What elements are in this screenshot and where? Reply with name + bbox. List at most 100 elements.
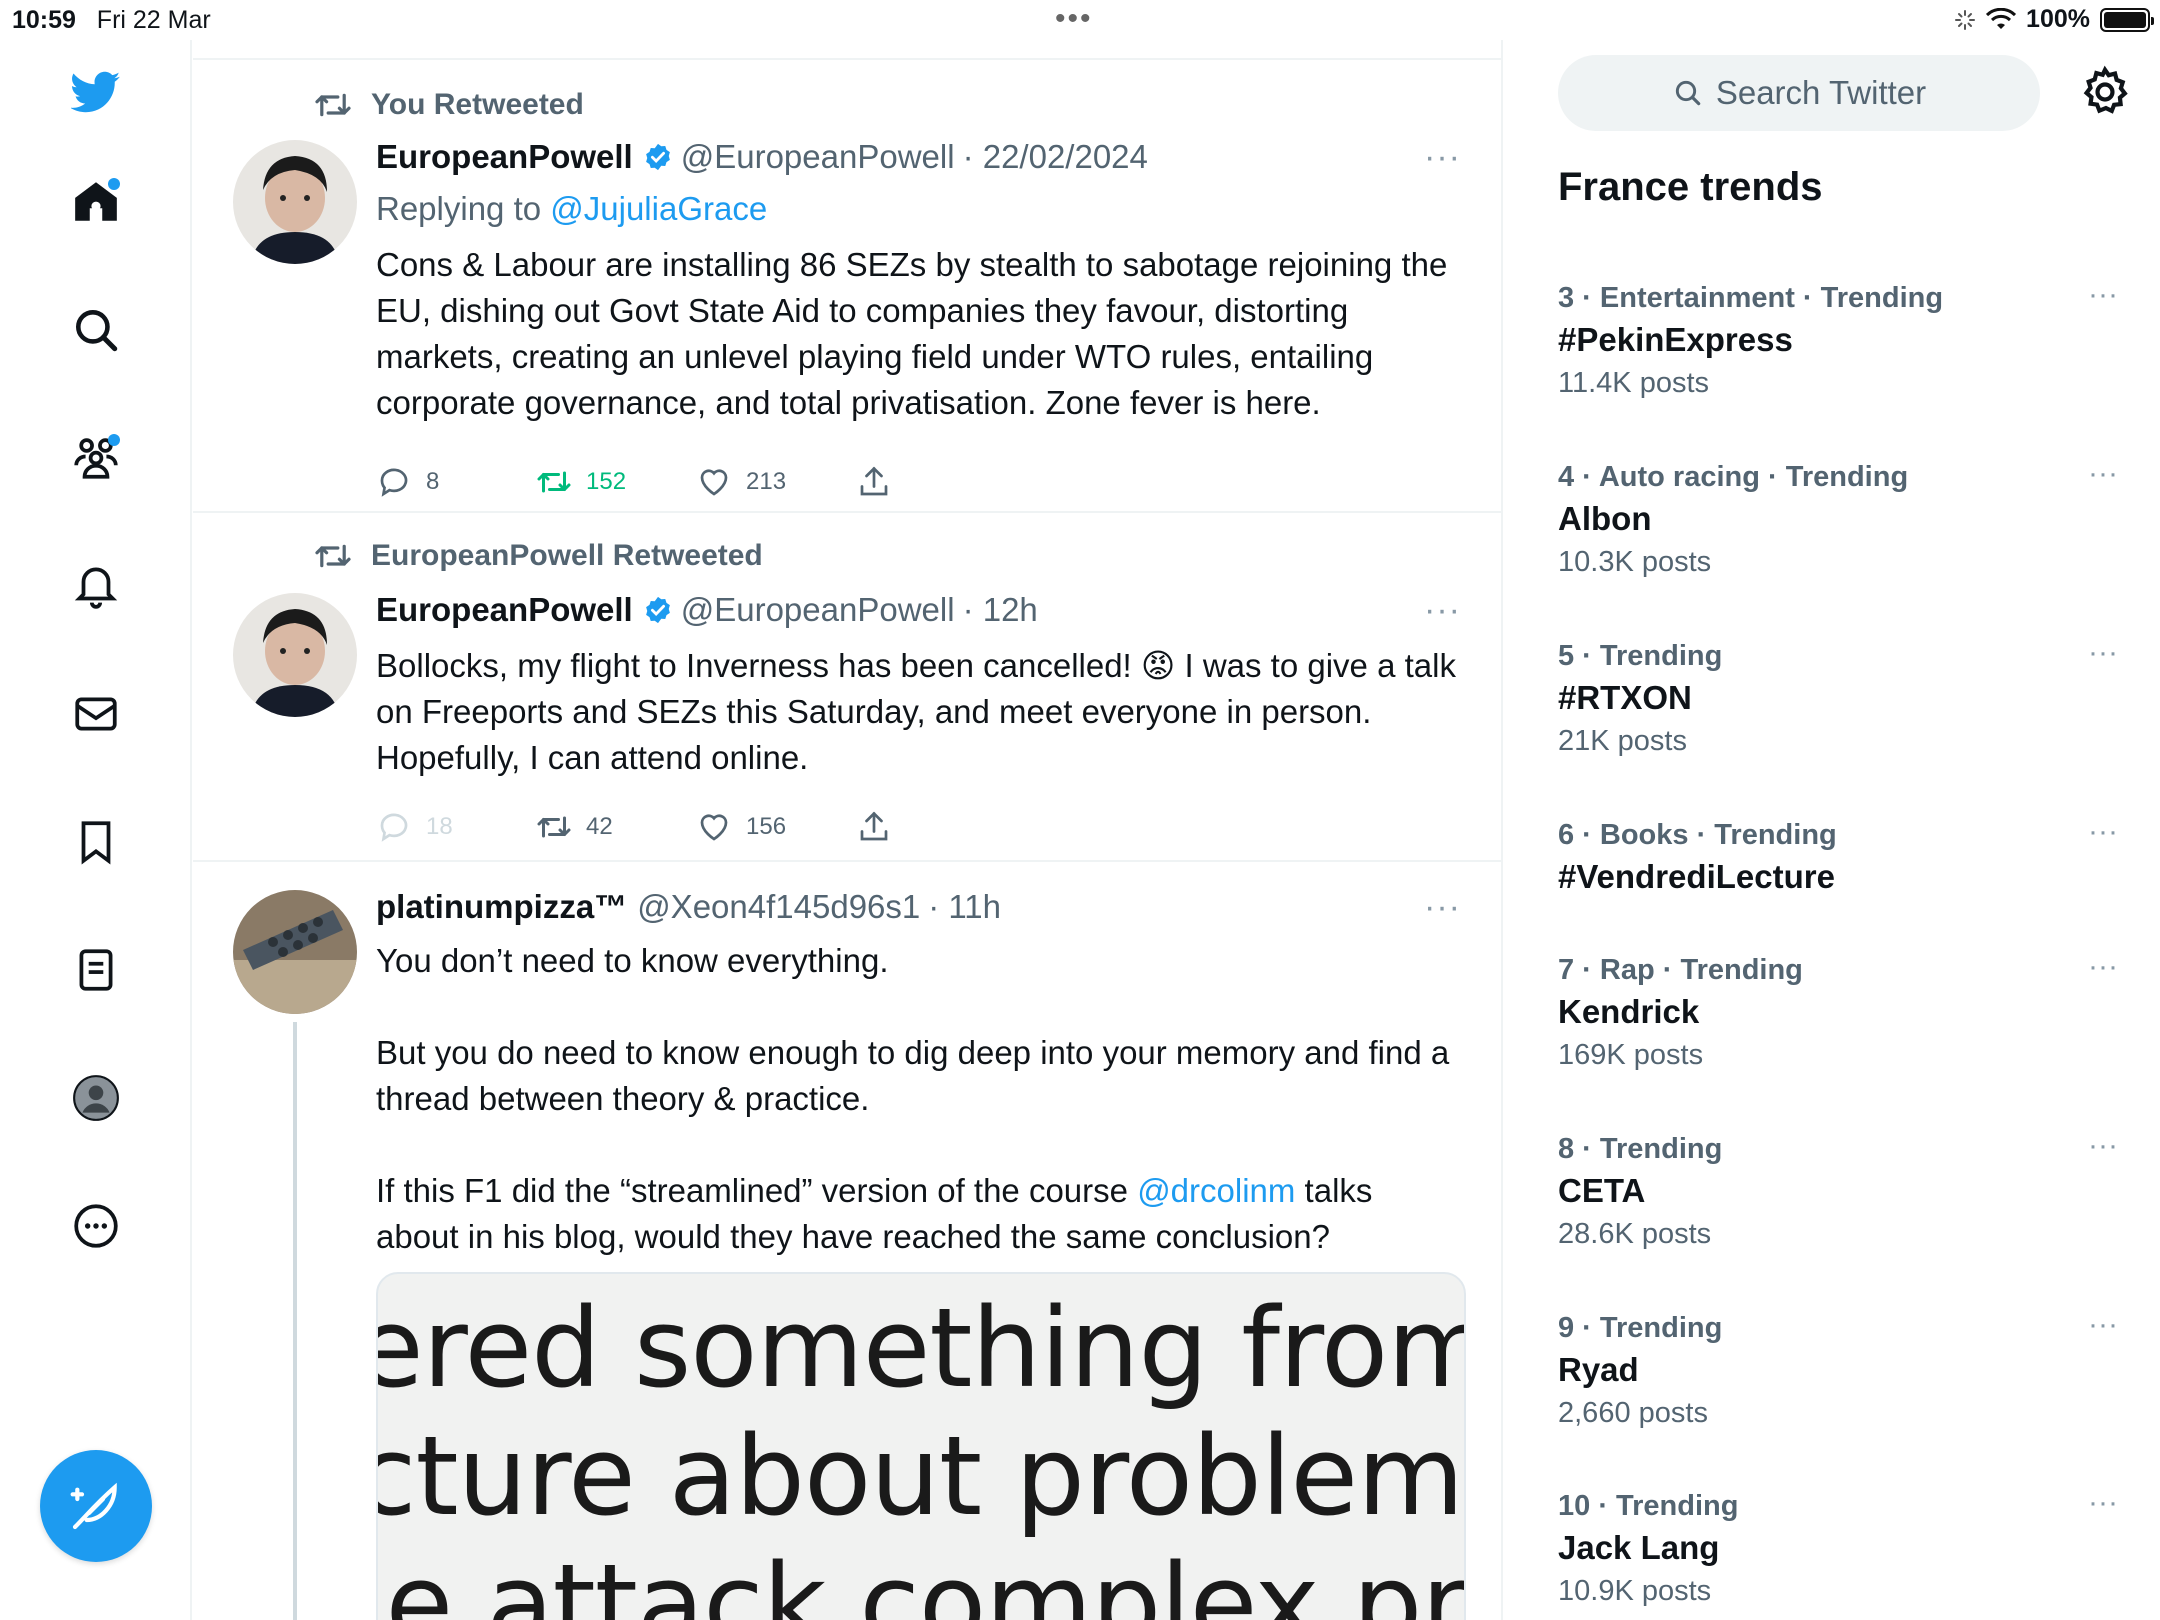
tweet[interactable]: You Retweeted EuropeanPowell @EuropeanPo… [193,60,1501,513]
retweet-icon [537,471,571,493]
trend-category: 5 · Trending [1558,640,1723,672]
tweet-timestamp[interactable]: · 22/02/2024 [963,138,1148,176]
settings-gear-icon[interactable] [2077,64,2133,120]
trend-name: Kendrick [1558,993,1700,1030]
share-button[interactable] [856,464,1016,500]
communities-icon[interactable] [66,428,126,488]
author-handle[interactable]: @Xeon4f145d96s1 [637,888,920,926]
search-input[interactable]: Search Twitter [1558,55,2040,131]
reply-icon [380,813,408,842]
trend-category: 10 · Trending [1558,1490,1739,1522]
trend-item[interactable]: 4 · Auto racing · Trending Albon 10.3K pos… [1558,457,2118,579]
trend-item[interactable]: 7 · Rap · Trending Kendrick 169K posts ··· [1558,950,2118,1072]
tweet-timestamp[interactable]: · 11h [928,888,1001,926]
home-icon[interactable] [66,172,126,232]
retweet-label: EuropeanPowell Retweeted [371,539,763,572]
tweet-media-image[interactable]: ered something from a cture about proble… [376,1272,1466,1620]
tweet-text: Bollocks, my flight to Inverness has bee… [376,647,1466,776]
home-notification-dot [108,178,120,190]
search-placeholder: Search Twitter [1715,74,1927,111]
like-button[interactable]: 156 [696,809,856,845]
trend-item[interactable]: 6 · Books · Trending #VendrediLecture ··· [1558,815,2118,896]
author-handle[interactable]: @EuropeanPowell [681,591,955,629]
mention-link[interactable]: @drcolinm [1137,1172,1295,1209]
tweet-timestamp[interactable]: · 12h [963,591,1038,629]
retweet-label: You Retweeted [371,88,584,121]
share-button[interactable] [856,809,1016,845]
like-count: 156 [746,813,787,840]
tweet-actions: 8 152 213 [376,464,1016,500]
trend-more-icon[interactable]: ··· [2088,815,2118,849]
trend-more-icon[interactable]: ··· [2088,950,2118,984]
author-name[interactable]: platinumpizza™ [376,888,627,926]
home-timeline: You Retweeted EuropeanPowell @EuropeanPo… [193,40,1503,1620]
trend-name: Albon [1558,500,1652,537]
share-icon [860,466,888,496]
tweet[interactable]: platinumpizza™ @Xeon4f145d96s1 · 11h ···… [193,862,1501,1620]
retweet-count: 152 [586,468,627,495]
trend-name: #PekinExpress [1558,321,1793,358]
wifi-icon [1986,7,2017,29]
trend-item[interactable]: 9 · Trending Ryad 2,660 posts ··· [1558,1308,2118,1430]
trend-name: #RTXON [1558,679,1692,716]
retweet-icon [315,93,351,117]
like-button[interactable]: 213 [696,464,856,500]
heart-icon [700,469,728,496]
thread-connector [293,1022,297,1620]
trend-more-icon[interactable]: ··· [2088,278,2118,312]
messages-envelope-icon[interactable] [66,684,126,744]
avatar[interactable] [233,140,357,264]
author-name[interactable]: EuropeanPowell [376,591,633,629]
trend-post-count: 11.4K posts [1558,367,1710,399]
explore-search-icon[interactable] [66,300,126,360]
trend-post-count: 169K posts [1558,1039,1704,1071]
trend-item[interactable]: 5 · Trending #RTXON 21K posts ··· [1558,636,2118,758]
trend-item[interactable]: 8 · Trending CETA 28.6K posts ··· [1558,1129,2118,1251]
reply-mention-link[interactable]: @JujuliaGrace [550,190,767,227]
trend-name: Jack Lang [1558,1529,1720,1566]
tweet-more-icon[interactable]: ··· [1424,591,1461,630]
author-handle[interactable]: @EuropeanPowell [681,138,955,176]
bookmarks-icon[interactable] [66,812,126,872]
tweet[interactable]: EuropeanPowell Retweeted EuropeanPowell … [193,513,1501,862]
feather-plus-icon [70,1482,117,1530]
reply-button[interactable]: 8 [376,464,536,500]
sidebar-nav [0,40,192,1620]
trend-post-count: 10.3K posts [1558,546,1712,578]
trend-name: CETA [1558,1172,1646,1209]
trend-more-icon[interactable]: ··· [2088,1308,2118,1342]
trend-category: 6 · Books · Trending [1558,819,1837,851]
battery-icon [2100,7,2154,32]
trend-more-icon[interactable]: ··· [2088,1486,2118,1520]
trend-post-count: 2,660 posts [1558,1397,1708,1429]
trend-more-icon[interactable]: ··· [2088,636,2118,670]
more-options-icon[interactable] [66,1196,126,1256]
communities-notification-dot [108,434,120,446]
retweet-button[interactable]: 152 [536,464,696,500]
retweet-count: 42 [586,813,613,840]
trend-more-icon[interactable]: ··· [2088,457,2118,491]
notifications-bell-icon[interactable] [66,556,126,616]
author-name[interactable]: EuropeanPowell [376,138,633,176]
angry-face-emoji: 😡 [1140,647,1176,684]
reply-button[interactable]: 18 [376,809,536,845]
reply-icon [380,468,408,497]
multitask-dots[interactable]: ••• [1055,2,1093,36]
trend-more-icon[interactable]: ··· [2088,1129,2118,1163]
trend-post-count: 28.6K posts [1558,1218,1712,1250]
avatar[interactable] [233,593,357,717]
tweet-more-icon[interactable]: ··· [1424,888,1461,927]
trend-post-count: 21K posts [1558,725,1687,757]
tweet-actions: 18 42 156 [376,809,1016,845]
trend-item[interactable]: 3 · Entertainment · Trending #PekinExpres… [1558,278,2118,400]
lists-icon[interactable] [66,940,126,1000]
trends-heading: France trends [1558,165,1823,209]
trend-item[interactable]: 10 · Trending Jack Lang 10.9K posts ··· [1558,1486,2118,1608]
tweet-header: EuropeanPowell @EuropeanPowell · 22/02/2… [376,138,1461,176]
tweet-more-icon[interactable]: ··· [1424,138,1461,177]
retweet-button[interactable]: 42 [536,809,696,845]
twitter-logo-icon[interactable] [66,62,126,122]
profile-avatar-icon[interactable] [66,1068,126,1128]
compose-tweet-button[interactable] [40,1450,152,1562]
avatar[interactable] [233,890,357,1014]
